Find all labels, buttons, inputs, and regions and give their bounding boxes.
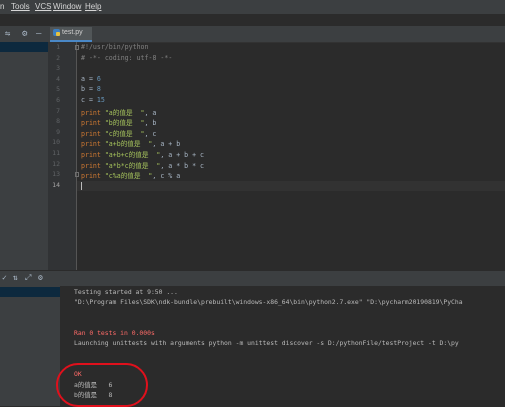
code-token: "b的值是 " (104, 119, 145, 128)
current-line-highlight (77, 181, 505, 191)
tab-label: test.py (62, 29, 83, 36)
code-token: print (81, 129, 105, 138)
code-token: b = (81, 85, 97, 94)
menu-item-tools[interactable]: Tools (11, 2, 30, 11)
menu-item-file-partial[interactable]: n (0, 2, 4, 11)
code-token: , c (144, 129, 157, 138)
code-token: print (81, 172, 105, 181)
fold-marker-icon[interactable] (75, 45, 79, 50)
code-line: b = 8 (81, 85, 101, 93)
code-token: , b (144, 119, 157, 128)
code-token: c = (81, 96, 97, 104)
minimize-icon[interactable]: — (36, 28, 41, 40)
line-number: 12 (52, 159, 60, 168)
code-token: , a + b (152, 140, 181, 149)
code-token: print (81, 161, 105, 170)
code-token: , a + b + c (160, 151, 205, 159)
line-number: 7 (56, 106, 60, 115)
menu-item-window[interactable]: Window (53, 2, 81, 11)
line-number: 5 (56, 85, 60, 94)
code-token: "c%a的值是 " (104, 172, 153, 181)
console-line: Launching unittests with arguments pytho… (74, 339, 459, 347)
code-token: print (81, 108, 105, 117)
project-selected-row[interactable] (0, 42, 48, 52)
check-icon[interactable]: ✓ (2, 273, 7, 283)
settings-icon[interactable]: ⚙ (22, 28, 27, 40)
code-line: print "a的值是 ", a (81, 107, 156, 117)
text-caret (81, 182, 82, 190)
code-token: , a * b * c (160, 161, 205, 170)
code-line: # -*- coding: utf-8 -*- (81, 54, 172, 62)
code-token: , c % a (152, 172, 181, 181)
code-token: print (81, 151, 105, 159)
menu-item-help[interactable]: Help (85, 2, 101, 11)
test-tree-pane (0, 286, 60, 406)
code-line: print "c的值是 ", c (81, 128, 156, 138)
code-line: print "a*b*c的值是 ", a * b * c (81, 160, 204, 170)
editor-tab-bar (48, 26, 505, 43)
settings-icon[interactable]: ⚙ (38, 273, 43, 283)
line-number: 13 (52, 170, 60, 179)
fold-marker-icon[interactable] (75, 172, 79, 178)
project-tool-window (0, 42, 48, 270)
code-token: 15 (96, 96, 105, 104)
code-token: "a+b+c的值是 " (104, 151, 161, 159)
code-token: "a的值是 " (104, 108, 145, 117)
line-number: 2 (56, 53, 60, 62)
code-line: c = 15 (81, 96, 105, 104)
code-token: # -*- coding: utf-8 -*- (81, 53, 173, 62)
code-token: #!/usr/bin/python (81, 43, 149, 51)
expand-icon[interactable]: ⤢ (25, 273, 31, 283)
code-token: "a*b*c的值是 " (104, 161, 161, 170)
console-line: Ran 0 tests in 0.000s (74, 328, 155, 337)
code-line: a = 6 (81, 75, 101, 83)
menu-item-vcs[interactable]: VCS (35, 2, 51, 11)
line-number: 4 (56, 74, 60, 83)
menu-bar: n Tools VCS Window Help (0, 0, 505, 14)
line-number: 1 (56, 43, 60, 51)
run-tool-window-header (0, 270, 505, 287)
line-number: 9 (56, 127, 60, 136)
console-line: Testing started at 9:50 ... (74, 288, 178, 296)
code-line: print "b的值是 ", b (81, 117, 156, 127)
split-icon[interactable]: ⇋ (5, 28, 10, 40)
line-number: 8 (56, 117, 60, 126)
python-file-icon (53, 29, 60, 36)
sort-icon[interactable]: ⇅ (13, 273, 18, 283)
code-token: 6 (96, 74, 101, 83)
line-number: 3 (56, 64, 60, 73)
line-number: 11 (52, 149, 60, 157)
code-line: print "a+b+c的值是 ", a + b + c (81, 149, 204, 159)
console-line: "D:\Program Files\SDK\ndk-bundle\prebuil… (74, 298, 463, 307)
code-token: "c的值是 " (104, 129, 145, 138)
code-token: , a (144, 108, 157, 117)
line-number: 6 (56, 96, 60, 104)
code-line: print "a+b的值是 ", a + b (81, 138, 180, 148)
red-circle-annotation (56, 363, 148, 407)
test-tree-selected-row[interactable] (0, 287, 60, 297)
code-token: "a+b的值是 " (104, 140, 153, 149)
line-number: 14 (52, 180, 60, 189)
code-token: print (81, 140, 105, 149)
code-token: a = (81, 74, 97, 83)
code-line: print "c%a的值是 ", c % a (81, 170, 180, 180)
tab-test-py[interactable]: test.py (50, 27, 92, 42)
code-line: #!/usr/bin/python (81, 43, 149, 51)
code-token: print (81, 119, 105, 128)
code-token: 8 (96, 85, 101, 94)
line-number: 10 (52, 138, 60, 147)
